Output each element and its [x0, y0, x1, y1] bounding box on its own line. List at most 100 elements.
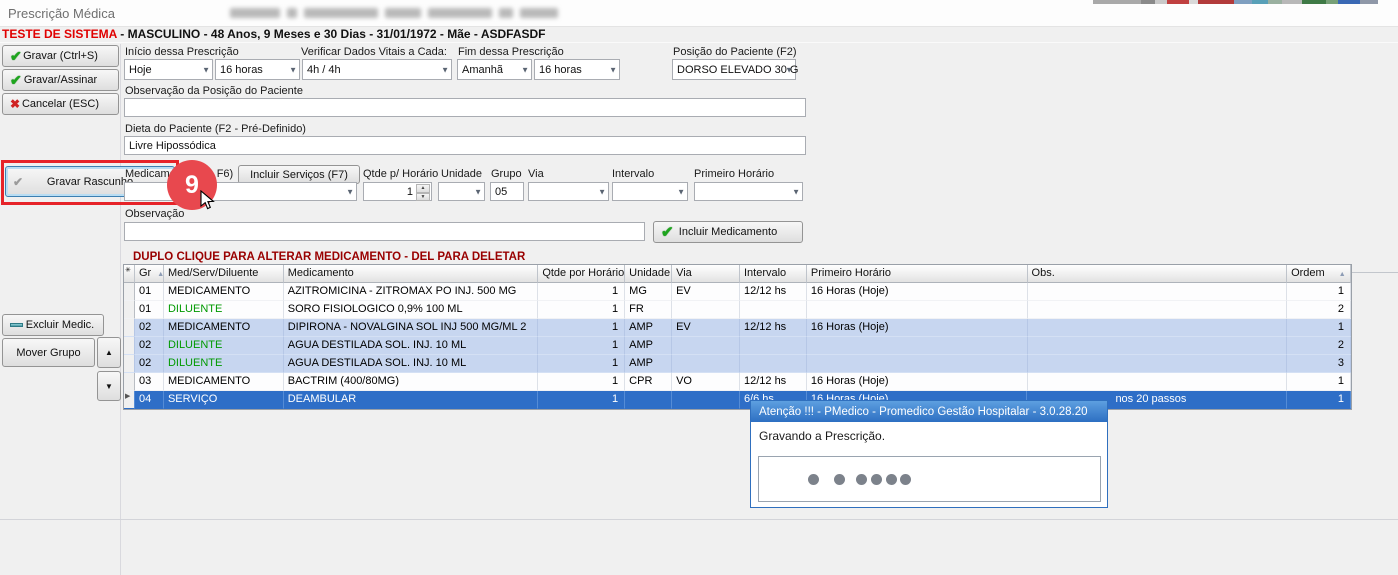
cell-unidade: AMP: [625, 355, 672, 373]
patient-info-bar: TESTE DE SISTEMA - MASCULINO - 48 Anos, …: [0, 27, 1398, 43]
save-button-label: Gravar (Ctrl+S): [23, 50, 98, 62]
start-time-value: 16 horas: [220, 64, 263, 76]
progress-dot: [808, 474, 819, 485]
cell-medicamento: BACTRIM (400/80MG): [284, 373, 539, 391]
column-header-unidade[interactable]: Unidade: [625, 265, 672, 283]
group-label: Grupo: [491, 168, 522, 180]
cell-qtde: 1: [538, 301, 625, 319]
column-header-medicamento[interactable]: Medicamento: [284, 265, 539, 283]
start-time-select[interactable]: 16 horas ▼: [215, 59, 300, 80]
vitals-check-label: Verificar Dados Vitais a Cada:: [301, 46, 447, 58]
progress-dot: [900, 474, 911, 485]
prescription-window: Prescrição Médica TESTE DE SISTEMA - MAS…: [0, 0, 1398, 575]
chevron-down-icon: ▼: [785, 65, 793, 74]
tab-prescricao-medica[interactable]: Prescrição Médica: [8, 6, 115, 21]
cell-ordem: 2: [1287, 337, 1351, 355]
chevron-down-icon: ▼: [202, 65, 210, 74]
cell-qtde: 1: [538, 391, 625, 409]
vitals-interval-value: 4h / 4h: [307, 64, 341, 76]
table-row[interactable]: 02DILUENTEAGUA DESTILADA SOL. INJ. 10 ML…: [124, 355, 1351, 373]
include-medication-label: Incluir Medicamento: [679, 226, 777, 238]
background-window-fragment: [1198, 0, 1234, 4]
down-arrow-icon: ▼: [105, 382, 113, 391]
unit-label: Unidade: [441, 168, 482, 180]
end-day-select[interactable]: Amanhã▼: [457, 59, 532, 80]
cell-tipo: MEDICAMENTO: [164, 319, 284, 337]
move-group-up-button[interactable]: ▲: [97, 337, 121, 368]
cell-gr: 02: [135, 355, 164, 373]
column-header-primeiro-hor-rio[interactable]: Primeiro Horário: [807, 265, 1028, 283]
chevron-down-icon: ▼: [346, 187, 354, 196]
end-day-value: Amanhã: [462, 64, 503, 76]
remove-medication-button[interactable]: Excluir Medic.: [2, 314, 104, 336]
progress-dot: [871, 474, 882, 485]
medication-grid[interactable]: ✳Gr▲Med/Serv/DiluenteMedicamentoQtde por…: [123, 264, 1352, 410]
group-value: 05: [495, 186, 507, 198]
column-header-ordem[interactable]: Ordem▲: [1287, 265, 1351, 283]
first-time-select[interactable]: ▼: [694, 182, 803, 201]
row-indicator: [124, 355, 135, 373]
cell-gr: 02: [135, 319, 164, 337]
unit-select[interactable]: ▼: [438, 182, 485, 201]
cell-tipo: DILUENTE: [164, 301, 284, 319]
dialog-titlebar: Atenção !!! - PMedico - Promedico Gestão…: [751, 401, 1107, 422]
diet-input[interactable]: Livre Hipossódica: [124, 136, 806, 155]
cell-unidade: MG: [625, 283, 672, 301]
vitals-interval-select[interactable]: 4h / 4h▼: [302, 59, 452, 80]
column-header-gr[interactable]: Gr▲: [135, 265, 164, 283]
table-row[interactable]: 01DILUENTESORO FISIOLOGICO 0,9% 100 ML1F…: [124, 301, 1351, 319]
dialog-message: Gravando a Prescrição.: [759, 429, 885, 443]
background-window-fragment: [1093, 0, 1141, 4]
cell-medicamento: DEAMBULAR: [284, 391, 539, 409]
save-sign-button[interactable]: ✔ Gravar/Assinar: [2, 69, 119, 91]
column-header-via[interactable]: Via: [672, 265, 740, 283]
sort-asc-icon: ▲: [1339, 271, 1346, 278]
position-observation-input[interactable]: [124, 98, 806, 117]
background-window-fragment: [1167, 0, 1189, 4]
column-header-intervalo[interactable]: Intervalo: [740, 265, 807, 283]
chevron-down-icon: ▼: [792, 187, 800, 196]
table-row[interactable]: 01MEDICAMENTOAZITROMICINA - ZITROMAX PO …: [124, 283, 1351, 301]
cell-tipo: DILUENTE: [164, 355, 284, 373]
quantity-stepper[interactable]: 1 ▲▼: [363, 182, 432, 201]
x-icon: ✖: [10, 97, 20, 111]
column-header-qtde-por-hor-rio[interactable]: Qtde por Horário: [538, 265, 625, 283]
progress-marquee: [758, 456, 1101, 502]
cell-primeiro_horario: [807, 301, 1028, 319]
row-indicator: [124, 283, 135, 301]
cell-via: [672, 355, 740, 373]
cell-qtde: 1: [538, 319, 625, 337]
include-medication-button[interactable]: ✔ Incluir Medicamento: [653, 221, 803, 243]
cancel-button-label: Cancelar (ESC): [22, 98, 99, 110]
table-row[interactable]: ▶04SERVIÇODEAMBULAR16/6 hs16 Horas (Hoje…: [124, 391, 1351, 409]
spinner-up-icon[interactable]: ▲: [416, 184, 430, 193]
interval-select[interactable]: ▼: [612, 182, 688, 201]
table-row[interactable]: 02DILUENTEAGUA DESTILADA SOL. INJ. 10 ML…: [124, 337, 1351, 355]
cancel-button[interactable]: ✖ Cancelar (ESC): [2, 93, 119, 115]
move-group-button[interactable]: Mover Grupo: [2, 338, 95, 367]
cell-unidade: AMP: [625, 337, 672, 355]
end-time-select[interactable]: 16 horas▼: [534, 59, 620, 80]
observation-input[interactable]: [124, 222, 645, 241]
route-select[interactable]: ▼: [528, 182, 609, 201]
column-header-obs-[interactable]: Obs.: [1028, 265, 1288, 283]
spinner-down-icon[interactable]: ▼: [416, 193, 430, 202]
cell-primeiro_horario: 16 Horas (Hoje): [807, 319, 1028, 337]
quantity-value: 1: [407, 186, 413, 198]
background-window-fragment: [1189, 0, 1198, 4]
cell-ordem: 2: [1287, 301, 1351, 319]
grid-hint-text: DUPLO CLIQUE PARA ALTERAR MEDICAMENTO - …: [133, 251, 525, 263]
column-header-med-serv-diluente[interactable]: Med/Serv/Diluente: [164, 265, 284, 283]
cell-medicamento: SORO FISIOLOGICO 0,9% 100 ML: [284, 301, 539, 319]
chevron-down-icon: ▼: [609, 65, 617, 74]
cell-via: [672, 337, 740, 355]
move-group-down-button[interactable]: ▼: [97, 371, 121, 401]
start-day-select[interactable]: Hoje▼: [124, 59, 213, 80]
chevron-down-icon: ▼: [289, 65, 297, 74]
table-row[interactable]: 02MEDICAMENTODIPIRONA - NOVALGINA SOL IN…: [124, 319, 1351, 337]
table-row[interactable]: 03MEDICAMENTOBACTRIM (400/80MG)1CPRVO12/…: [124, 373, 1351, 391]
end-prescription-label: Fim dessa Prescrição: [458, 46, 564, 58]
group-input[interactable]: 05: [490, 182, 524, 201]
patient-position-select[interactable]: DORSO ELEVADO 30 G▼: [672, 59, 796, 80]
save-button[interactable]: ✔ Gravar (Ctrl+S): [2, 45, 119, 67]
